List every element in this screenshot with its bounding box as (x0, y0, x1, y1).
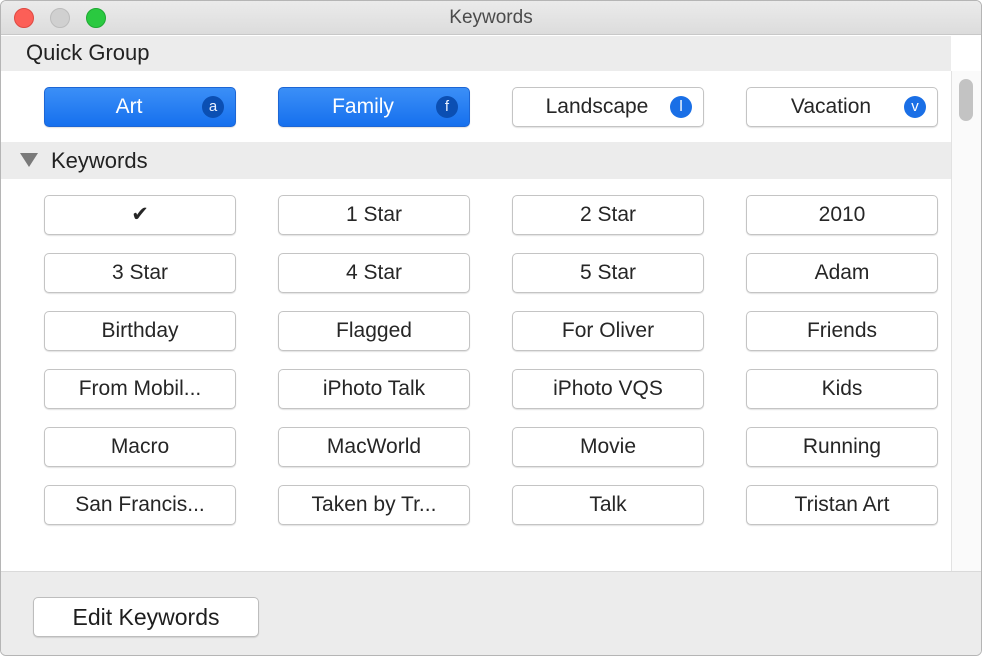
quick-group-label: Art (115, 95, 143, 118)
keyword-button[interactable]: Friends (746, 311, 938, 351)
shortcut-badge: f (436, 96, 458, 118)
keyword-button[interactable]: 3 Star (44, 253, 236, 293)
keyword-button[interactable]: 2010 (746, 195, 938, 235)
keyword-button[interactable]: Movie (512, 427, 704, 467)
keyword-button[interactable]: From Mobil... (44, 369, 236, 409)
quick-group-button-landscape[interactable]: Landscape l (512, 87, 704, 127)
disclosure-triangle-icon[interactable] (20, 153, 38, 167)
keyword-button[interactable]: 2 Star (512, 195, 704, 235)
quick-group-label: Vacation (790, 95, 872, 118)
quick-group-button-art[interactable]: Art a (44, 87, 236, 127)
shortcut-badge: l (670, 96, 692, 118)
keyword-button[interactable]: Taken by Tr... (278, 485, 470, 525)
keyword-button[interactable]: 1 Star (278, 195, 470, 235)
keyword-button[interactable]: 4 Star (278, 253, 470, 293)
keyword-button[interactable]: Running (746, 427, 938, 467)
keyword-button[interactable]: Macro (44, 427, 236, 467)
keywords-window: Keywords Quick Group Art a Family f Land… (0, 0, 982, 656)
title-bar: Keywords (1, 1, 981, 35)
quick-group-label: Landscape (545, 95, 649, 118)
keyword-button[interactable]: iPhoto Talk (278, 369, 470, 409)
keyword-button[interactable]: Adam (746, 253, 938, 293)
keyword-button[interactable]: ✔ (44, 195, 236, 235)
quick-group-button-vacation[interactable]: Vacation v (746, 87, 938, 127)
quick-group-label: Family (332, 95, 394, 118)
keyword-button[interactable]: Talk (512, 485, 704, 525)
keywords-header: Keywords (1, 142, 951, 179)
keyword-button[interactable]: iPhoto VQS (512, 369, 704, 409)
scrollbar-track[interactable] (951, 71, 981, 571)
edit-keywords-button[interactable]: Edit Keywords (33, 597, 259, 637)
keyword-button[interactable]: MacWorld (278, 427, 470, 467)
quick-group-button-family[interactable]: Family f (278, 87, 470, 127)
window-title: Keywords (449, 7, 533, 28)
keyword-button[interactable]: Tristan Art (746, 485, 938, 525)
shortcut-badge: a (202, 96, 224, 118)
keyword-button[interactable]: Kids (746, 369, 938, 409)
scrollbar-thumb[interactable] (959, 79, 973, 121)
keyword-button[interactable]: San Francis... (44, 485, 236, 525)
keyword-button[interactable]: Birthday (44, 311, 236, 351)
quick-group-header: Quick Group (1, 36, 951, 71)
shortcut-badge: v (904, 96, 926, 118)
keyword-button[interactable]: Flagged (278, 311, 470, 351)
keyword-button[interactable]: 5 Star (512, 253, 704, 293)
keyword-button[interactable]: For Oliver (512, 311, 704, 351)
